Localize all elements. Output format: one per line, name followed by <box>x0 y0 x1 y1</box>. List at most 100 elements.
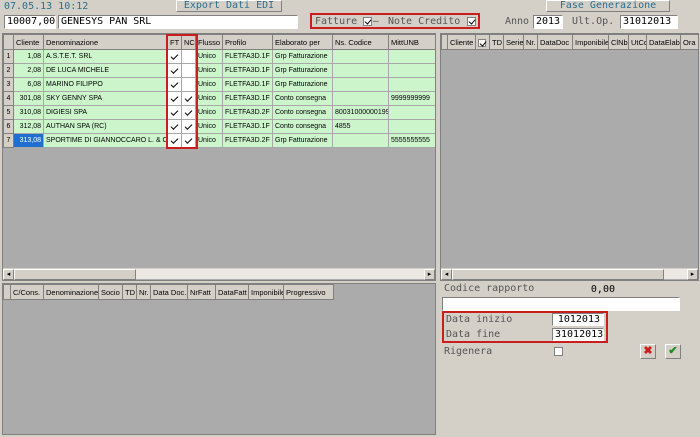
column-header[interactable]: Nr. <box>523 34 538 50</box>
table-row[interactable]: 3 6,08 MARINO FILIPPO Unico FLETFA3D.1F Grp F… <box>3 77 435 92</box>
data-inizio-label: Data inizio <box>446 314 513 325</box>
elaborato-cell: Grp Fatturazione <box>272 133 333 148</box>
column-header[interactable]: Imponibile <box>572 34 609 50</box>
rigenera-checkbox[interactable] <box>554 347 563 356</box>
mitt-cell <box>388 119 435 134</box>
select-all-checkbox[interactable] <box>478 38 486 47</box>
denominazione-cell: A.S.T.E.T. SRL <box>43 49 168 64</box>
anno-label: Anno <box>505 16 530 27</box>
scroll-thumb[interactable] <box>452 269 664 280</box>
elaborato-cell: Conto consegna <box>272 105 333 120</box>
flusso-cell: Unico <box>195 49 223 64</box>
column-header[interactable]: Data Doc. <box>150 284 188 300</box>
cancel-button[interactable]: ✖ <box>640 344 656 359</box>
customer-name-field[interactable]: GENESYS PAN SRL <box>58 15 298 29</box>
cliente-cell: 301,08 <box>13 91 44 106</box>
mitt-cell <box>388 105 435 120</box>
mitt-cell <box>388 77 435 92</box>
column-header[interactable]: Denominazione <box>43 284 99 300</box>
mitt-cell: 9999999999 <box>388 91 435 106</box>
row-number[interactable]: 2 <box>3 63 14 78</box>
column-header[interactable]: DataFatt <box>215 284 249 300</box>
column-header[interactable]: Profilo <box>222 34 273 50</box>
codice-rapporto-label: Codice rapporto <box>444 283 535 294</box>
column-header[interactable]: ClNb <box>608 34 629 50</box>
confirm-button[interactable]: ✔ <box>665 344 681 359</box>
cliente-cell: 2,08 <box>13 63 44 78</box>
column-header[interactable]: MittUNB <box>388 34 435 50</box>
data-fine-label: Data fine <box>446 329 501 340</box>
row-number[interactable]: 6 <box>3 119 14 134</box>
table-row[interactable]: 1 1,08 A.S.T.E.T. SRL Unico FLETFA3D.1F Grp F… <box>3 49 435 64</box>
column-header[interactable]: Progressivo <box>283 284 334 300</box>
cliente-cell: 6,08 <box>13 77 44 92</box>
column-header[interactable]: Socio <box>98 284 123 300</box>
note-field[interactable] <box>442 297 680 311</box>
column-header[interactable]: NrFatt <box>187 284 216 300</box>
column-header[interactable]: DataElab <box>646 34 681 50</box>
scroll-right-icon[interactable]: ▸ <box>424 269 435 280</box>
data-inizio-field[interactable]: 1012013 <box>552 313 604 326</box>
main-grid: Cliente Denominazione FT NC Flusso Profi… <box>3 34 435 148</box>
column-header[interactable]: Flusso <box>195 34 223 50</box>
column-header[interactable]: Cliente <box>447 34 476 50</box>
flusso-cell: Unico <box>195 119 223 134</box>
edi-export-window: 07.05.13 10:12 Export Dati EDI Fase Gene… <box>0 0 700 437</box>
close-icon: ✖ <box>643 345 653 357</box>
customer-code-field[interactable]: 10007,00 <box>4 15 56 29</box>
row-number[interactable]: 3 <box>3 77 14 92</box>
table-row[interactable]: 2 2,08 DE LUCA MICHELE Unico FLETFA3D.1F Grp … <box>3 63 435 78</box>
column-header[interactable]: Cliente <box>13 34 44 50</box>
table-row[interactable]: 5 310,08 DIGIESI SPA Unico FLETFA3D.2F Conto … <box>3 105 435 120</box>
right-grid-scrollbar[interactable]: ◂ ▸ <box>441 268 698 280</box>
column-header[interactable]: Nr. <box>136 284 151 300</box>
note-credito-checkbox[interactable] <box>467 17 476 26</box>
column-header[interactable]: Elaborato per <box>272 34 333 50</box>
row-number[interactable]: 5 <box>3 105 14 120</box>
column-header[interactable]: Ns. Codice <box>332 34 389 50</box>
column-header[interactable]: C/Cons. <box>10 284 44 300</box>
column-header[interactable]: Serie <box>503 34 524 50</box>
mitt-cell <box>388 63 435 78</box>
codice-rapporto-field[interactable]: 0,00 <box>552 283 620 296</box>
ult-op-field[interactable]: 31012013 <box>620 15 678 29</box>
row-number[interactable]: 7 <box>3 133 14 148</box>
profilo-cell: FLETFA3D.1F <box>222 63 273 78</box>
rigenera-label: Rigenera <box>444 346 493 357</box>
table-row[interactable]: 6 312,08 AUTHAN SPA (RC) Unico FLETFA3D.1F Co… <box>3 119 435 134</box>
datetime-label: 07.05.13 10:12 <box>4 1 89 12</box>
select-all-header[interactable] <box>475 34 490 50</box>
row-number-header <box>3 284 11 300</box>
main-grid-scrollbar[interactable]: ◂ ▸ <box>3 268 435 280</box>
row-number[interactable]: 4 <box>3 91 14 106</box>
column-header[interactable]: Denominazione <box>43 34 168 50</box>
bottom-grid-panel: C/Cons. Denominazione Socio TD Nr. Data … <box>2 283 436 435</box>
phase-generation-button[interactable]: Fase Generazione <box>546 0 670 12</box>
profilo-cell: FLETFA3D.1F <box>222 77 273 92</box>
codice-cell <box>332 49 389 64</box>
fatture-checkbox[interactable] <box>363 17 372 26</box>
anno-field[interactable]: 2013 <box>533 15 563 29</box>
scroll-thumb[interactable] <box>14 269 136 280</box>
check-icon: ✔ <box>668 345 678 357</box>
column-header[interactable]: Ora <box>680 34 698 50</box>
export-edi-button[interactable]: Export Dati EDI <box>176 0 282 12</box>
column-header[interactable]: DataDoc <box>537 34 573 50</box>
scroll-right-icon[interactable]: ▸ <box>687 269 698 280</box>
scroll-left-icon[interactable]: ◂ <box>441 269 452 280</box>
scroll-left-icon[interactable]: ◂ <box>3 269 14 280</box>
codice-cell: 4855 <box>332 119 389 134</box>
column-header[interactable]: TD <box>489 34 504 50</box>
denominazione-cell: SPORTIME DI GIANNOCCARO L. & C. <box>43 133 168 148</box>
data-fine-field[interactable]: 31012013 <box>552 328 604 341</box>
denominazione-cell: AUTHAN SPA (RC) <box>43 119 168 134</box>
table-row[interactable]: 4 301,08 SKY GENNY SPA Unico FLETFA3D.1F Cont… <box>3 91 435 106</box>
row-number[interactable]: 1 <box>3 49 14 64</box>
cliente-cell: 312,08 <box>13 119 44 134</box>
profilo-cell: FLETFA3D.1F <box>222 91 273 106</box>
column-header[interactable]: Imponibile <box>248 284 284 300</box>
column-header[interactable]: TD <box>122 284 137 300</box>
table-row[interactable]: 7 313,08 SPORTIME DI GIANNOCCARO L. & C. Un… <box>3 133 435 148</box>
mitt-cell: 5555555555 <box>388 133 435 148</box>
column-header[interactable]: UtCd <box>628 34 647 50</box>
